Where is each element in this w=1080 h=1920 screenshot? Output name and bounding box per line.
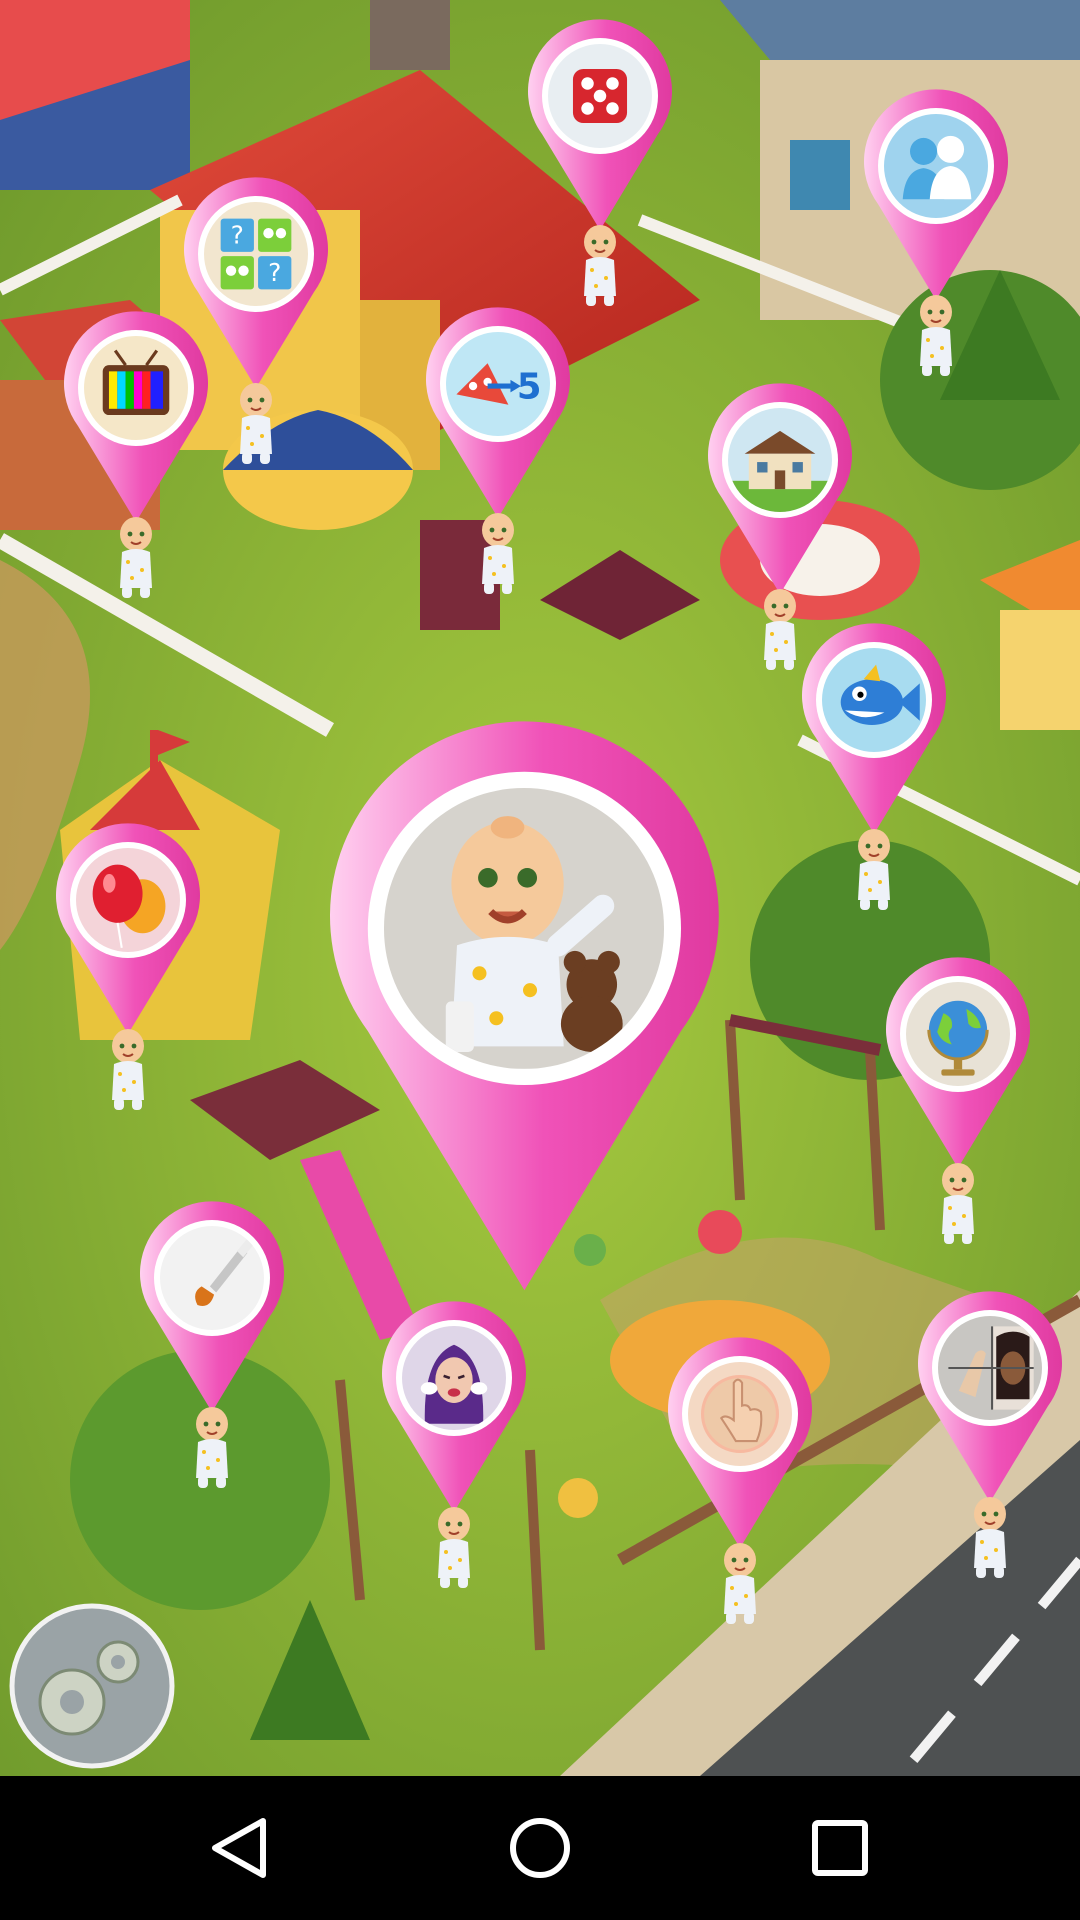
settings-button[interactable] — [8, 1602, 176, 1770]
baby-character — [98, 1024, 158, 1118]
map-pin-dice-game[interactable] — [528, 19, 672, 234]
tv-icon — [84, 336, 188, 440]
map-pin-puzzle[interactable] — [918, 1291, 1062, 1506]
paintbrush-icon — [160, 1226, 264, 1330]
svg-text:5: 5 — [517, 367, 542, 408]
baby-character — [226, 378, 286, 472]
puzzle-girl-icon — [938, 1316, 1042, 1420]
svg-text:?: ? — [231, 221, 244, 250]
map-pin-baby-main[interactable] — [329, 721, 719, 1301]
baby-character — [750, 584, 810, 678]
map-pin-balloons[interactable] — [55, 823, 200, 1038]
globe-icon — [906, 982, 1010, 1086]
nav-back-button[interactable] — [190, 1798, 290, 1898]
baby-with-teddy-icon — [383, 788, 665, 1069]
map-pin-crying-girl[interactable] — [382, 1301, 526, 1516]
baby-character — [844, 824, 904, 918]
map-pin-counting-game[interactable]: 5 — [426, 307, 570, 522]
baby-character — [928, 1158, 988, 1252]
baby-character — [182, 1402, 242, 1496]
map-pin-globe[interactable] — [886, 957, 1030, 1172]
back-icon — [212, 1818, 266, 1878]
baby-character — [710, 1538, 770, 1632]
baby-character — [960, 1492, 1020, 1586]
baby-character — [424, 1502, 484, 1596]
finger-touch-icon — [688, 1362, 792, 1466]
fish-icon — [822, 648, 926, 752]
balloons-icon — [76, 848, 180, 952]
android-navigation-bar — [0, 1776, 1080, 1920]
dice-icon — [548, 44, 652, 148]
map-pin-television[interactable] — [63, 311, 208, 526]
nav-recents-button[interactable] — [790, 1798, 890, 1898]
svg-text:?: ? — [268, 258, 281, 287]
map-pin-fish[interactable] — [802, 623, 946, 838]
baby-character — [468, 508, 528, 602]
map-pin-friends[interactable] — [864, 89, 1008, 304]
home-icon — [510, 1818, 570, 1878]
house-icon — [728, 408, 832, 512]
people-icon — [884, 114, 988, 218]
nav-home-button[interactable] — [490, 1798, 590, 1898]
memory-cards-icon: ?? — [204, 202, 308, 306]
girl-icon — [402, 1326, 506, 1430]
baby-character — [570, 220, 630, 314]
counting-icon: 5 — [446, 332, 550, 436]
map-pin-house[interactable] — [708, 383, 852, 598]
recents-icon — [812, 1820, 868, 1876]
baby-character — [106, 512, 166, 606]
map-pin-touch-game[interactable] — [668, 1337, 812, 1552]
baby-character — [906, 290, 966, 384]
map-pin-painting[interactable] — [140, 1201, 284, 1416]
